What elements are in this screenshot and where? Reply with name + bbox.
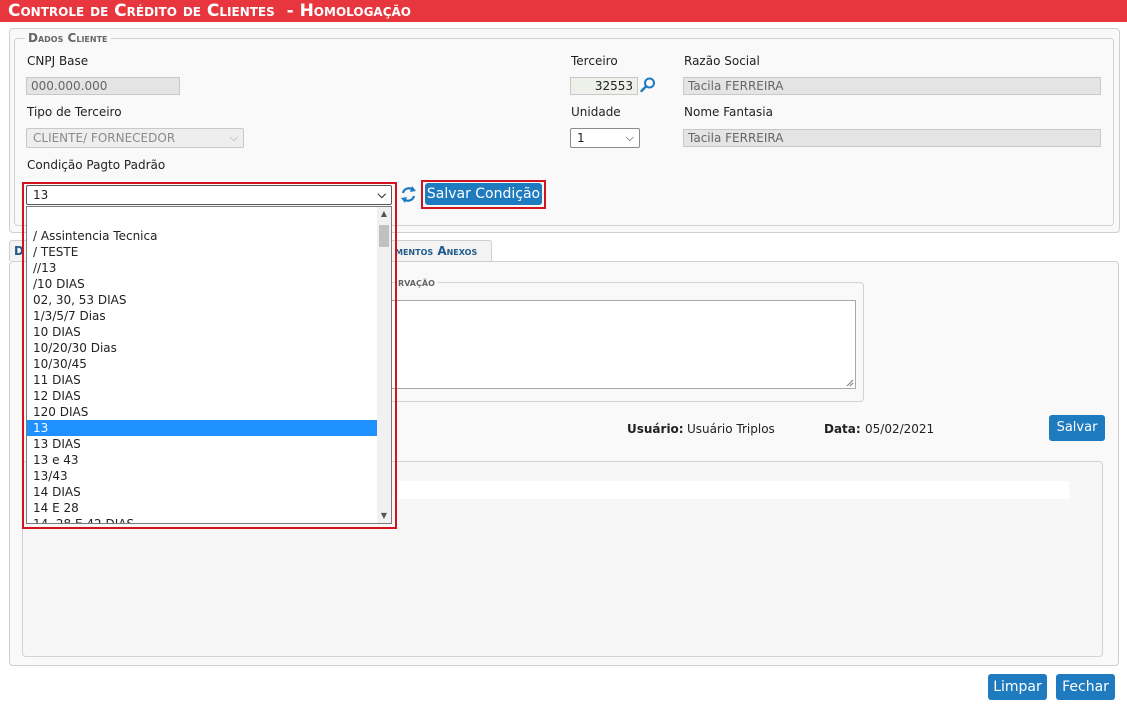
dropdown-option[interactable]: //13 — [27, 260, 377, 276]
salvar-button[interactable]: Salvar — [1049, 415, 1105, 441]
dropdown-option[interactable]: 13/43 — [27, 468, 377, 484]
razao-social-label: Razão Social — [684, 54, 760, 68]
usuario-value: Usuário Triplos — [687, 422, 775, 436]
dropdown-option[interactable]: / Assintencia Tecnica — [27, 228, 377, 244]
scroll-down-icon[interactable]: ▼ — [377, 509, 391, 523]
grid-row — [398, 481, 1069, 499]
unidade-label: Unidade — [571, 105, 621, 119]
salvar-condicao-button[interactable]: Salvar Condição — [425, 183, 542, 205]
razao-social-field[interactable]: Tacila FERREIRA — [683, 77, 1101, 95]
scroll-thumb[interactable] — [379, 225, 389, 247]
dropdown-option[interactable]: 14 DIAS — [27, 484, 377, 500]
dropdown-option[interactable]: 10 DIAS — [27, 324, 377, 340]
terceiro-label: Terceiro — [571, 54, 618, 68]
tipo-terceiro-select[interactable]: CLIENTE/ FORNECEDOR ⌵ — [26, 128, 244, 148]
condicao-pagto-label: Condição Pagto Padrão — [27, 158, 166, 172]
dropdown-option[interactable]: 12 DIAS — [27, 388, 377, 404]
limpar-button[interactable]: Limpar — [988, 674, 1047, 700]
dropdown-option[interactable]: 13 — [27, 420, 377, 436]
nome-fantasia-label: Nome Fantasia — [684, 105, 773, 119]
cnpj-label: CNPJ Base — [27, 54, 89, 68]
dropdown-option[interactable] — [27, 212, 377, 228]
dropdown-option[interactable]: 13 DIAS — [27, 436, 377, 452]
search-icon[interactable] — [639, 76, 657, 94]
refresh-icon[interactable] — [400, 185, 417, 204]
scroll-up-icon[interactable]: ▲ — [377, 207, 391, 221]
cnpj-field[interactable]: 000.000.000 — [26, 77, 180, 95]
condicao-pagto-dropdown[interactable]: / Assintencia Tecnica / TESTE//13/10 DIAS… — [26, 206, 392, 524]
fechar-button[interactable]: Fechar — [1056, 674, 1115, 700]
dropdown-option[interactable]: 14, 28 E 42 DIAS — [27, 516, 377, 523]
dropdown-option[interactable]: 13 e 43 — [27, 452, 377, 468]
app-title: Controle de Crédito de Clientes - Homolo… — [0, 0, 1127, 22]
dropdown-option[interactable]: 1/3/5/7 Dias — [27, 308, 377, 324]
data-label: Data: — [824, 422, 861, 436]
chevron-down-icon: ⌵ — [377, 188, 386, 201]
observacao-textarea[interactable] — [384, 300, 856, 389]
usuario-label: Usuário: — [627, 422, 684, 436]
dropdown-option[interactable]: 10/30/45 — [27, 356, 377, 372]
dropdown-option[interactable]: 02, 30, 53 DIAS — [27, 292, 377, 308]
dropdown-option[interactable]: / TESTE — [27, 244, 377, 260]
chevron-down-icon: ⌵ — [625, 131, 634, 144]
data-value: 05/02/2021 — [865, 422, 935, 436]
dados-cliente-legend: Dados Cliente — [25, 31, 111, 45]
dropdown-option[interactable]: 14 E 28 — [27, 500, 377, 516]
dropdown-option[interactable]: 120 DIAS — [27, 404, 377, 420]
condicao-pagto-select[interactable]: 13 ⌵ — [26, 185, 392, 205]
unidade-value: 1 — [577, 131, 585, 145]
tipo-terceiro-label: Tipo de Terceiro — [27, 105, 122, 119]
condicao-pagto-value: 13 — [33, 188, 49, 202]
observacao-legend: rvação — [395, 275, 438, 289]
tipo-terceiro-value: CLIENTE/ FORNECEDOR — [33, 131, 176, 145]
chevron-down-icon: ⌵ — [229, 131, 238, 144]
dropdown-option[interactable]: /10 DIAS — [27, 276, 377, 292]
nome-fantasia-field[interactable]: Tacila FERREIRA — [683, 129, 1101, 147]
dropdown-option[interactable]: 10/20/30 Dias — [27, 340, 377, 356]
tab-documentos-anexos[interactable]: mentos Anexos — [390, 240, 492, 261]
dropdown-option[interactable]: 11 DIAS — [27, 372, 377, 388]
resize-handle-icon[interactable] — [846, 379, 854, 387]
terceiro-field[interactable]: 32553 — [570, 77, 638, 95]
dropdown-scrollbar[interactable]: ▲ ▼ — [377, 207, 391, 523]
unidade-select[interactable]: 1 ⌵ — [570, 128, 640, 148]
